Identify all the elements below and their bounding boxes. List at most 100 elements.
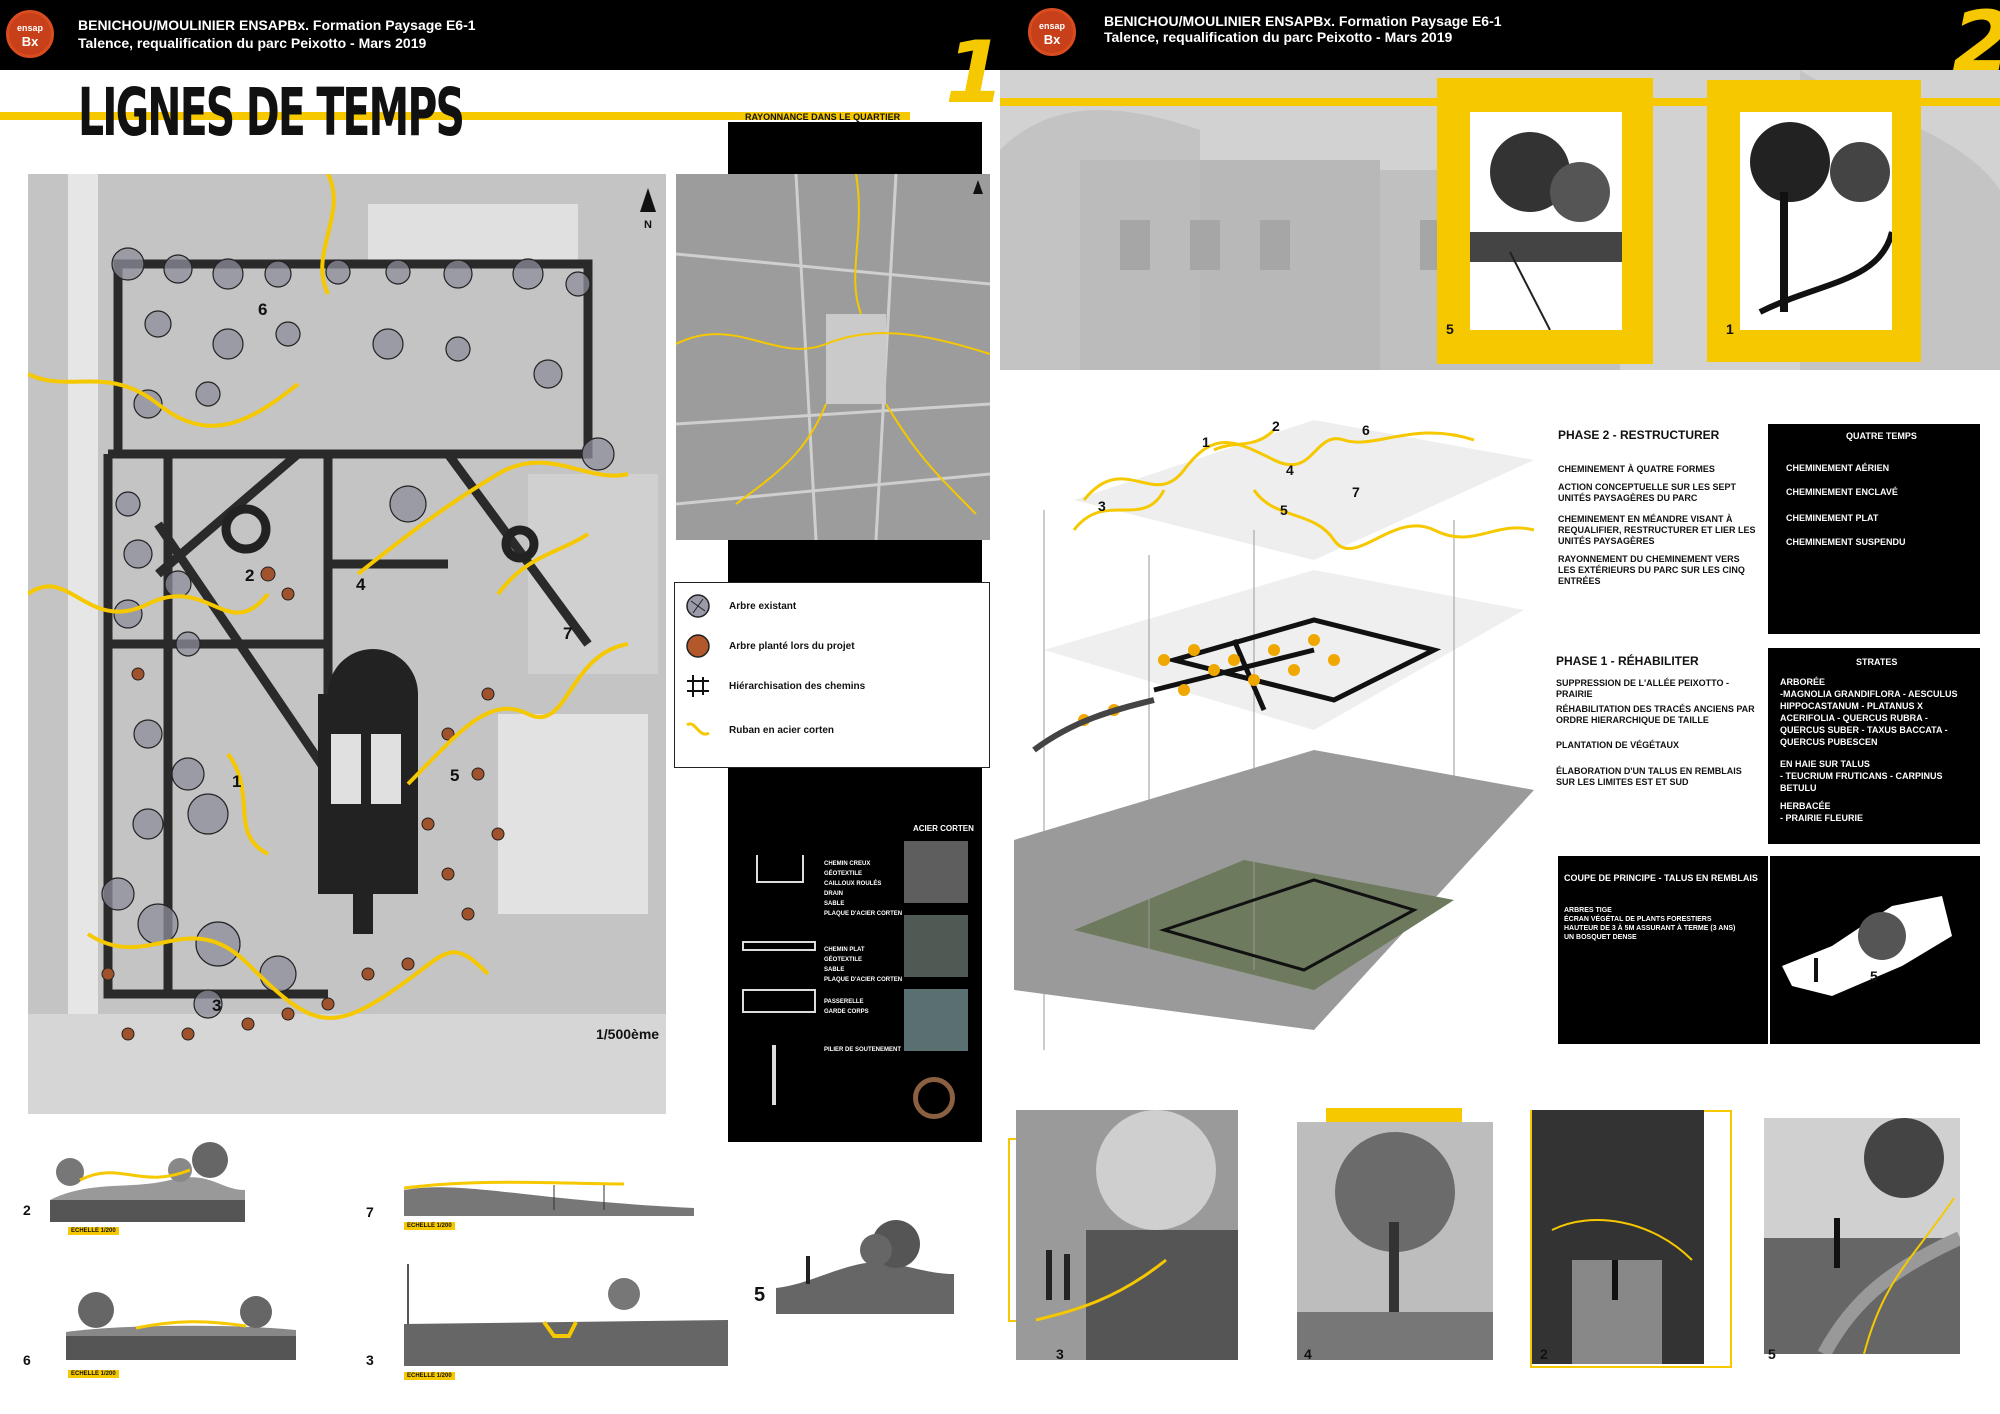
plan-number-6: 6 xyxy=(258,300,268,319)
strates-box: STRATES ARBORÉE -MAGNOLIA GRANDIFLORA - … xyxy=(1768,648,1980,844)
photo-number-3: 3 xyxy=(1056,1346,1064,1362)
corten-texture-2 xyxy=(904,915,968,977)
section-number-2: 2 xyxy=(23,1202,31,1218)
banner-number-5: 5 xyxy=(1446,321,1454,337)
section-scale-7: ECHELLE 1/200 xyxy=(404,1222,455,1230)
quatre-temps-item-2: CHEMINEMENT ENCLAVÉ xyxy=(1786,487,1898,497)
coupe-item-1: ARBRES TIGE xyxy=(1564,907,1612,914)
phase-1-item-4: ÉLABORATION D'UN TALUS EN REMBLAIS SUR L… xyxy=(1556,766,1742,787)
north-label: N xyxy=(644,219,652,231)
acier-corten-panel: ACIER CORTEN CHEMIN CREUX GÉOTEXTILE CAILL… xyxy=(728,815,982,1140)
strates-item-6: - PRAIRIE FLEURIE xyxy=(1780,813,1864,823)
plan-scale: 1/500ème xyxy=(596,1026,660,1042)
district-north-icon xyxy=(973,180,983,194)
section-number-6: 6 xyxy=(23,1352,31,1368)
board-1-header: ensap Bx BENICHOU/MOULINIER ENSAPBx. For… xyxy=(0,0,1000,70)
axo-number-1: 1 xyxy=(1202,434,1210,450)
acier-corten-title: ACIER CORTEN xyxy=(913,824,974,833)
section-3-drawing xyxy=(404,1264,728,1366)
corten-ring-icon xyxy=(913,1077,955,1119)
corten-ribbon-icon xyxy=(686,722,710,736)
district-map-drawing xyxy=(676,174,990,540)
coupe-item-2: ÉCRAN VÉGÉTAL DE PLANTS FORESTIERS xyxy=(1564,916,1712,923)
photo-2 xyxy=(1532,1110,1704,1364)
phase-2-title: PHASE 2 - RESTRUCTURER xyxy=(1558,428,1720,442)
detail-pillar xyxy=(772,1045,776,1105)
section-scale-3: ECHELLE 1/200 xyxy=(404,1372,455,1380)
section-number-7: 7 xyxy=(366,1204,374,1220)
phase-1-item-3: PLANTATION DE VÉGÉTAUX xyxy=(1556,740,1680,750)
board-title: LIGNES DE TEMPS xyxy=(78,74,465,151)
photo-3 xyxy=(1016,1110,1238,1360)
board-2: ensap Bx BENICHOU/MOULINIER ENSAPBx. For… xyxy=(1000,0,2000,1414)
sketch-5 xyxy=(1470,112,1622,330)
quatre-temps-box: QUATRE TEMPS CHEMINEMENT AÉRIEN CHEMINEM… xyxy=(1768,424,1980,634)
planted-tree-icon xyxy=(686,634,710,658)
axo-number-7: 7 xyxy=(1352,484,1360,500)
banner-number-1: 1 xyxy=(1726,321,1734,337)
photo-number-5: 5 xyxy=(1768,1346,1776,1362)
detail-footbridge xyxy=(742,989,816,1013)
detail-2-text: CHEMIN PLAT GÉOTEXTILE SABLE PLAQUE D'ACIER… xyxy=(824,947,903,983)
coupe-item-4: UN BOSQUET DENSE xyxy=(1564,934,1637,941)
coupe-item-3: HAUTEUR DE 3 À 5M ASSURANT À TERME (3 AN… xyxy=(1564,925,1736,932)
quatre-temps-item-1: CHEMINEMENT AÉRIEN xyxy=(1786,463,1890,473)
section-scale-2: ECHELLE 1/200 xyxy=(68,1227,119,1235)
section-7-drawing xyxy=(404,1180,694,1216)
phase-2-item-2: ACTION CONCEPTUELLE SUR LES SEPT UNITÉS … xyxy=(1558,482,1737,503)
phase-1-item-2: RÉHABILITATION DES TRACÉS ANCIENS PAR OR… xyxy=(1556,704,1755,725)
header-line-1: BENICHOU/MOULINIER ENSAPBx. Formation Pa… xyxy=(78,17,476,33)
north-arrow-icon xyxy=(640,188,656,212)
legend: Arbre existant Arbre planté lors du proj… xyxy=(674,582,990,768)
header-2-line-2: Talence, requalification du parc Peixott… xyxy=(1104,29,1453,45)
coupe-box: COUPE DE PRINCIPE - TALUS EN REMBLAIS AR… xyxy=(1558,856,1980,1044)
phase-2-item-4: RAYONNEMENT DU CHEMINEMENT VERS LES EXTÉ… xyxy=(1558,554,1745,586)
district-map xyxy=(676,174,990,540)
axo-number-5: 5 xyxy=(1280,502,1288,518)
plan-number-3: 3 xyxy=(212,996,222,1015)
park-plan-drawing xyxy=(28,174,666,1114)
photo-number-4: 4 xyxy=(1304,1346,1312,1362)
board-2-header: ensap Bx BENICHOU/MOULINIER ENSAPBx. For… xyxy=(1000,0,2000,70)
strates-item-1: ARBORÉE xyxy=(1780,677,1826,687)
quatre-temps-item-3: CHEMINEMENT PLAT xyxy=(1786,513,1879,523)
corten-texture-3 xyxy=(904,989,968,1051)
plan-number-5: 5 xyxy=(450,766,460,785)
photo-5 xyxy=(1764,1118,1960,1354)
ensap-logo: ensap Bx xyxy=(6,10,54,58)
coupe-divider xyxy=(1768,856,1770,1044)
axo-number-6: 6 xyxy=(1362,422,1370,438)
strates-item-3: EN HAIE SUR TALUS xyxy=(1780,759,1870,769)
plan-number-1: 1 xyxy=(232,772,242,791)
section-scale-6: ECHELLE 1/200 xyxy=(68,1370,119,1378)
header-line-2: Talence, requalification du parc Peixott… xyxy=(78,35,427,51)
detail-3-text: PASSERELLE GARDE CORPS xyxy=(824,999,869,1015)
legend-row-path-hierarchy: Hiérarchisation des chemins xyxy=(685,673,865,699)
quatre-temps-title: QUATRE TEMPS xyxy=(1846,431,1917,441)
legend-row-planted-tree: Arbre planté lors du projet xyxy=(685,633,855,659)
section-6-drawing xyxy=(66,1292,296,1360)
plan-number-4: 4 xyxy=(356,575,366,594)
detail-flat-path xyxy=(742,941,816,951)
legend-row-existing-tree: Arbre existant xyxy=(685,593,796,619)
phase-2-item-3: CHEMINEMENT EN MÉANDRE VISANT À REQUALIF… xyxy=(1558,514,1756,546)
ensap-logo-2: ensap Bx xyxy=(1028,8,1076,56)
coupe-number: 5 xyxy=(1870,968,1878,984)
legend-row-corten-ribbon: Ruban en acier corten xyxy=(685,717,834,743)
existing-tree-icon xyxy=(686,594,710,618)
strates-item-2: -MAGNOLIA GRANDIFLORA - AESCULUS HIPPOCA… xyxy=(1780,689,1958,747)
coupe-title: COUPE DE PRINCIPE - TALUS EN REMBLAIS xyxy=(1564,873,1758,883)
detail-4-text: PILIER DE SOUTENEMENT xyxy=(824,1047,902,1053)
photo-4-top-bar xyxy=(1326,1108,1462,1122)
axo-number-3: 3 xyxy=(1098,498,1106,514)
strates-item-5: HERBACÉE xyxy=(1780,801,1831,811)
axo-number-4: 4 xyxy=(1286,462,1294,478)
plan-number-2: 2 xyxy=(245,566,255,585)
axo-number-2: 2 xyxy=(1272,418,1280,434)
path-hierarchy-icon xyxy=(687,675,709,697)
section-2-drawing xyxy=(50,1142,245,1222)
strates-title: STRATES xyxy=(1856,657,1898,667)
phase-1-title: PHASE 1 - RÉHABILITER xyxy=(1556,654,1699,668)
section-5-drawing xyxy=(776,1220,954,1314)
phase-2-item-1: CHEMINEMENT À QUATRE FORMES xyxy=(1558,464,1715,474)
